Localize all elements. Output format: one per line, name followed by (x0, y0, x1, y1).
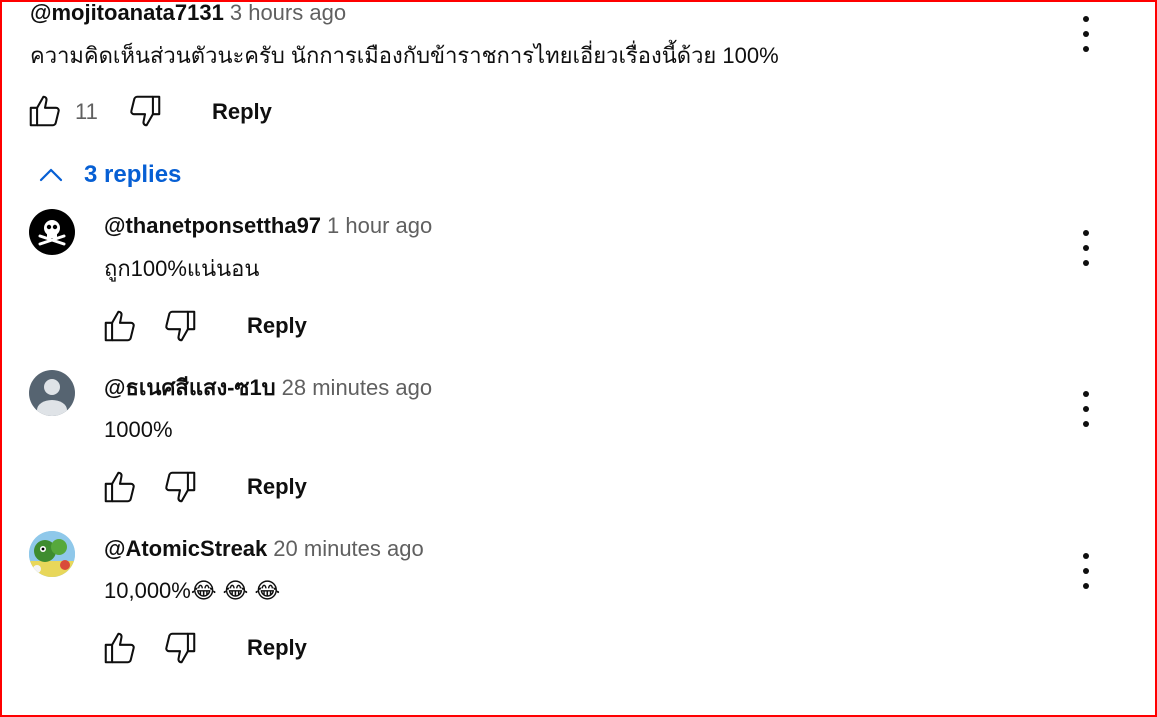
reply-author[interactable]: @ธเนศสีแสง-ซ1บ (104, 375, 276, 400)
menu-dot (1083, 31, 1089, 37)
person-icon (37, 379, 67, 416)
menu-dot (1083, 553, 1089, 559)
dislike-button[interactable] (160, 467, 200, 507)
reply-button[interactable]: Reply (212, 99, 272, 125)
thumbs-up-icon (104, 310, 135, 342)
replies-count-label: 3 replies (84, 161, 182, 188)
menu-dot (1083, 245, 1089, 251)
reply-button[interactable]: Reply (247, 474, 307, 500)
comment-menu-button[interactable] (1076, 16, 1096, 52)
reply-author[interactable]: @thanetponsettha97 (104, 213, 321, 238)
dislike-button[interactable] (160, 628, 200, 668)
avatar[interactable] (29, 531, 75, 577)
like-button[interactable] (100, 306, 140, 346)
thumbs-down-icon (165, 310, 196, 342)
reply-header: @AtomicStreak 20 minutes ago (104, 536, 424, 562)
menu-dot (1083, 421, 1089, 427)
like-count: 11 (75, 99, 98, 124)
reply-menu-button[interactable] (1076, 230, 1096, 266)
dislike-button[interactable] (160, 306, 200, 346)
reply-header: @ธเนศสีแสง-ซ1บ 28 minutes ago (104, 375, 432, 401)
reply-author[interactable]: @AtomicStreak (104, 536, 267, 561)
thumbs-up-icon (104, 471, 135, 503)
reply-button[interactable]: Reply (247, 313, 307, 339)
dislike-button[interactable] (125, 91, 165, 131)
thumbs-down-icon (130, 95, 161, 127)
cartoon-character-icon (29, 531, 75, 577)
reply-time[interactable]: 1 hour ago (327, 213, 432, 238)
reply-text: ถูก100%แน่นอน (104, 256, 260, 281)
reply-button[interactable]: Reply (247, 635, 307, 661)
thumbs-down-icon (165, 471, 196, 503)
like-button[interactable] (100, 628, 140, 668)
menu-dot (1083, 568, 1089, 574)
reply-header: @thanetponsettha97 1 hour ago (104, 213, 432, 239)
replies-toggle-button[interactable]: 3 replies (36, 160, 181, 190)
reply-time[interactable]: 28 minutes ago (282, 375, 432, 400)
like-button[interactable] (25, 91, 65, 131)
comment-header: @mojitoanata7131 3 hours ago (30, 0, 346, 26)
like-button[interactable] (100, 467, 140, 507)
red-outline-frame (0, 0, 1157, 717)
reply-text: 1000% (104, 417, 173, 442)
reply-time[interactable]: 20 minutes ago (273, 536, 423, 561)
reply-menu-button[interactable] (1076, 553, 1096, 589)
menu-dot (1083, 46, 1089, 52)
reply-menu-button[interactable] (1076, 391, 1096, 427)
menu-dot (1083, 260, 1089, 266)
avatar[interactable] (29, 209, 75, 255)
comment-author[interactable]: @mojitoanata7131 (30, 0, 224, 25)
skull-crossbones-icon (38, 220, 66, 246)
comment-text: ความคิดเห็นส่วนตัวนะครับ นักการเมืองกับข… (30, 43, 779, 68)
menu-dot (1083, 406, 1089, 412)
menu-dot (1083, 230, 1089, 236)
thumbs-down-icon (165, 632, 196, 664)
avatar[interactable] (29, 370, 75, 416)
menu-dot (1083, 391, 1089, 397)
comment-time[interactable]: 3 hours ago (230, 0, 346, 25)
thumbs-up-icon (29, 95, 60, 127)
menu-dot (1083, 583, 1089, 589)
chevron-up-icon (39, 168, 63, 182)
menu-dot (1083, 16, 1089, 22)
thumbs-up-icon (104, 632, 135, 664)
reply-text: 10,000%😂 😂 😂 (104, 578, 281, 603)
